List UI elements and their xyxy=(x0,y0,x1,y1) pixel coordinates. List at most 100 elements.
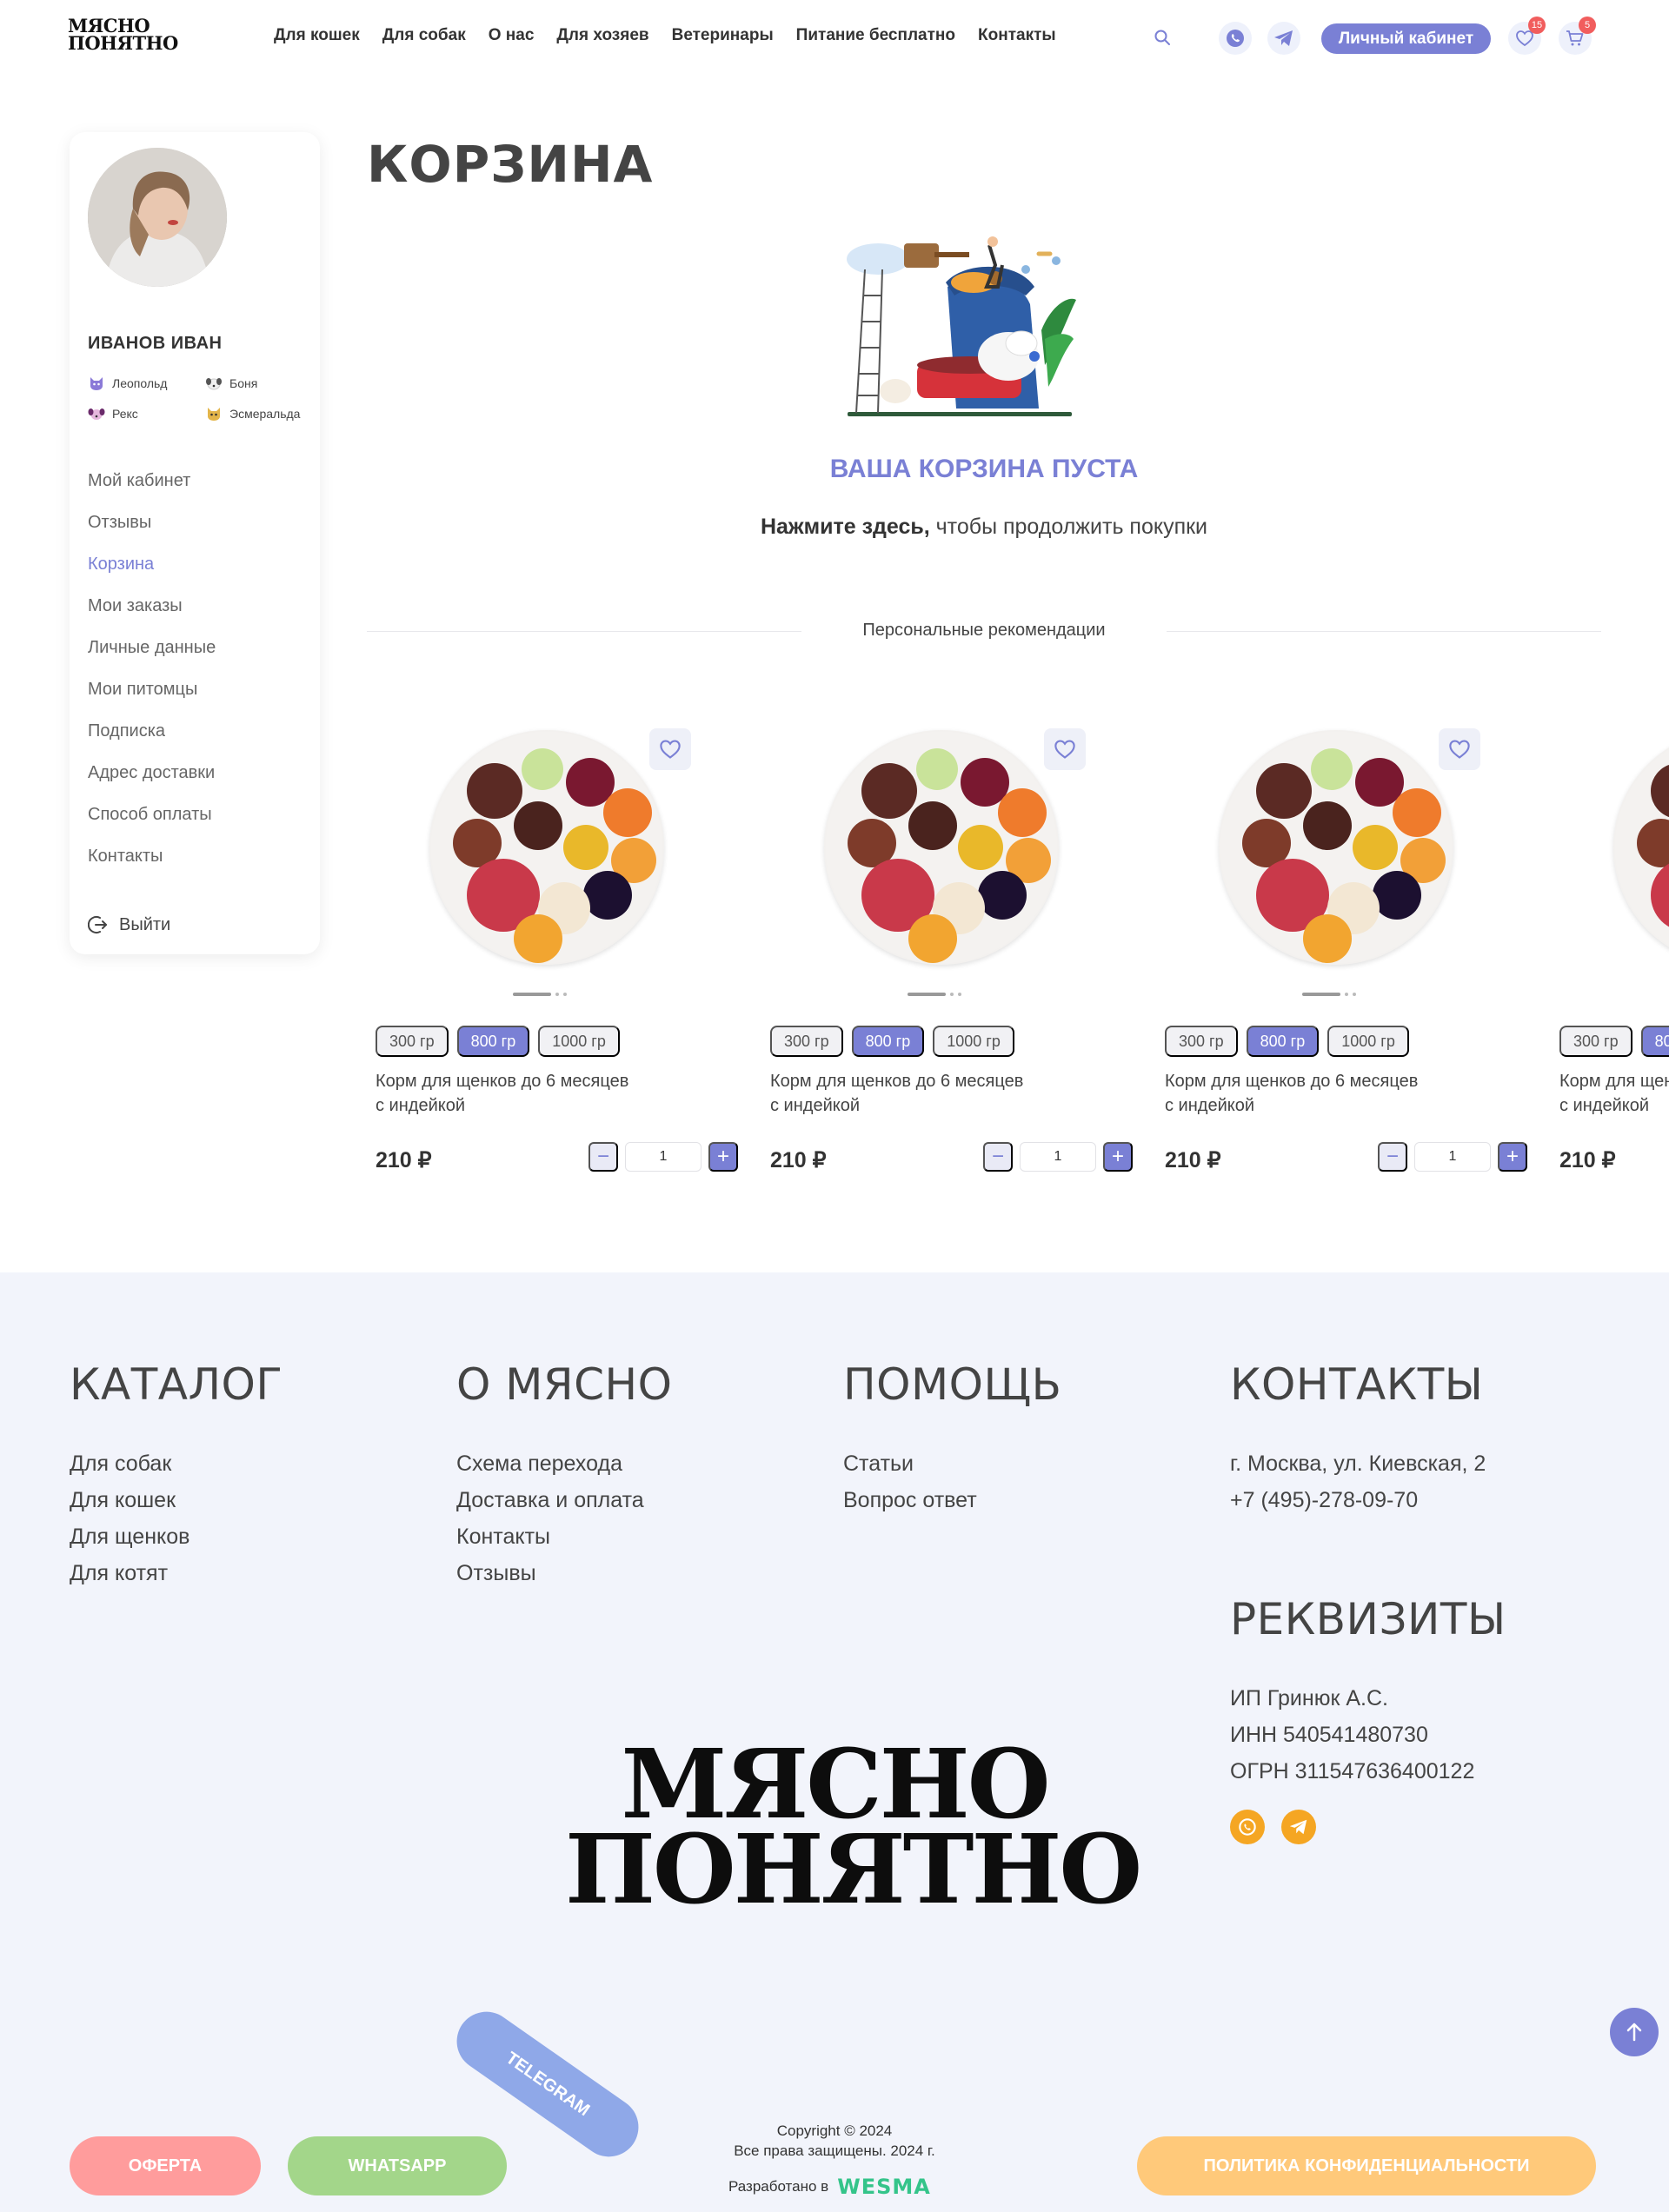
product-card[interactable]: 300 гр 800 гр 1000 гр Корм для щенков до… xyxy=(761,721,1133,1191)
whatsapp-icon xyxy=(1239,1818,1256,1836)
empty-cart-title-wrap: ВАША КОРЗИНА ПУСТА xyxy=(0,455,1669,484)
pet-item[interactable]: Боня xyxy=(205,375,257,391)
product-price: 210 ₽ xyxy=(1165,1148,1221,1172)
quantity-stepper: − + xyxy=(1378,1142,1527,1172)
whatsapp-button[interactable]: WHATSAPP xyxy=(288,2136,507,2195)
cabinet-button[interactable]: Личный кабинет xyxy=(1321,23,1491,54)
increase-button[interactable]: + xyxy=(1498,1142,1527,1172)
continue-shopping-rest: чтобы продолжить покупки xyxy=(929,515,1208,539)
favorite-button[interactable] xyxy=(1439,728,1480,770)
search-icon[interactable] xyxy=(1153,28,1172,47)
requisite-line: ИП Гринюк А.С. xyxy=(1230,1686,1388,1710)
weight-option[interactable]: 300 гр xyxy=(1165,1026,1238,1057)
sidebar-item-cart[interactable]: Корзина xyxy=(88,555,216,596)
nav-vets[interactable]: Ветеринары xyxy=(672,26,774,45)
product-card-clipped[interactable]: 300 гр 800 гр Корм для щенков до 6 месяц… xyxy=(1551,721,1669,1191)
product-name[interactable]: Корм для щенков до 6 месяцев с индейкой xyxy=(1559,1069,1669,1118)
footer-link[interactable]: Для собак xyxy=(70,1451,283,1488)
scroll-to-top-button[interactable] xyxy=(1610,2008,1659,2056)
sidebar-item-orders[interactable]: Мои заказы xyxy=(88,596,216,638)
continue-shopping-link[interactable]: Нажмите здесь, xyxy=(761,515,930,539)
image-slider-dots[interactable] xyxy=(908,993,961,996)
favorites-button[interactable]: 15 xyxy=(1508,17,1546,55)
weight-option-selected[interactable]: 800 гр xyxy=(1246,1026,1320,1057)
sidebar-item-pets[interactable]: Мои питомцы xyxy=(88,680,216,721)
footer-link[interactable]: Статьи xyxy=(843,1451,1061,1488)
weight-option[interactable]: 1000 гр xyxy=(538,1026,620,1057)
product-name[interactable]: Корм для щенков до 6 месяцев с индейкой xyxy=(376,1069,671,1118)
copyright-line-1: Copyright © 2024 xyxy=(776,2122,893,2139)
nav-dogs[interactable]: Для собак xyxy=(382,26,466,45)
weight-option-selected[interactable]: 800 гр xyxy=(456,1026,530,1057)
offer-button[interactable]: ОФЕРТА xyxy=(70,2136,261,2195)
page-title: КОРЗИНА xyxy=(367,135,654,194)
weight-option-selected[interactable]: 800 гр xyxy=(851,1026,925,1057)
footer-link[interactable]: Для котят xyxy=(70,1561,283,1598)
footer-telegram-button[interactable] xyxy=(1281,1810,1316,1844)
product-image xyxy=(1613,730,1669,965)
product-name-line-2: с индейкой xyxy=(376,1096,466,1115)
cart-button[interactable]: 5 xyxy=(1559,17,1596,55)
privacy-policy-button[interactable]: ПОЛИТИКА КОНФИДЕНЦИАЛЬНОСТИ xyxy=(1137,2136,1596,2195)
decrease-button[interactable]: − xyxy=(1378,1142,1407,1172)
product-card[interactable]: 300 гр 800 гр 1000 гр Корм для щенков до… xyxy=(367,721,738,1191)
sidebar-item-subscription[interactable]: Подписка xyxy=(88,721,216,763)
nav-cats[interactable]: Для кошек xyxy=(274,26,360,45)
pet-item[interactable]: Леопольд xyxy=(88,375,167,391)
footer-link[interactable]: Отзывы xyxy=(456,1561,673,1598)
footer-logo[interactable]: МЯСНО ПОНЯТНО xyxy=(565,1737,1142,1917)
decrease-button[interactable]: − xyxy=(588,1142,618,1172)
footer-link[interactable]: Доставка и оплата xyxy=(456,1488,673,1524)
quantity-input[interactable] xyxy=(625,1142,702,1172)
product-image xyxy=(824,730,1059,965)
arrow-up-icon xyxy=(1626,2023,1642,2042)
product-name[interactable]: Корм для щенков до 6 месяцев с индейкой xyxy=(1165,1069,1460,1118)
footer-link[interactable]: Для щенков xyxy=(70,1524,283,1561)
quantity-input[interactable] xyxy=(1020,1142,1096,1172)
favorite-button[interactable] xyxy=(649,728,691,770)
sidebar-item-contacts[interactable]: Контакты xyxy=(88,847,216,888)
telegram-header-button[interactable] xyxy=(1267,22,1300,55)
footer-link[interactable]: Контакты xyxy=(456,1524,673,1561)
nav-about[interactable]: О нас xyxy=(489,26,535,45)
sidebar-item-payment[interactable]: Способ оплаты xyxy=(88,805,216,847)
logo[interactable]: МЯСНО ПОНЯТНО xyxy=(68,17,186,54)
sidebar-item-personal-data[interactable]: Личные данные xyxy=(88,638,216,680)
nav-owners[interactable]: Для хозяев xyxy=(556,26,648,45)
favorite-button[interactable] xyxy=(1044,728,1086,770)
pet-item[interactable]: Эсмеральда xyxy=(205,406,300,422)
copyright-line-2: Все права защищены. 2024 г. xyxy=(734,2142,935,2159)
whatsapp-header-button[interactable] xyxy=(1219,22,1252,55)
footer-link[interactable]: Вопрос ответ xyxy=(843,1488,1061,1524)
nav-contacts[interactable]: Контакты xyxy=(978,26,1056,45)
logout-button[interactable]: Выйти xyxy=(88,914,170,935)
increase-button[interactable]: + xyxy=(1103,1142,1133,1172)
sidebar-item-address[interactable]: Адрес доставки xyxy=(88,763,216,805)
footer-help: ПОМОЩЬ Статьи Вопрос ответ xyxy=(843,1359,1061,1524)
pet-item[interactable]: Рекс xyxy=(88,406,138,422)
decrease-button[interactable]: − xyxy=(983,1142,1013,1172)
footer-link[interactable]: Схема перехода xyxy=(456,1451,673,1488)
image-slider-dots[interactable] xyxy=(513,993,567,996)
quantity-input[interactable] xyxy=(1414,1142,1491,1172)
recommendations-title: Персональные рекомендации xyxy=(862,621,1106,640)
weight-option[interactable]: 300 гр xyxy=(376,1026,449,1057)
pet-name: Боня xyxy=(229,376,258,390)
footer-phone[interactable]: +7 (495)-278-09-70 xyxy=(1230,1488,1486,1524)
footer-whatsapp-button[interactable] xyxy=(1230,1810,1265,1844)
sidebar-item-reviews[interactable]: Отзывы xyxy=(88,513,216,555)
nav-free-food[interactable]: Питание бесплатно xyxy=(796,26,955,45)
image-slider-dots[interactable] xyxy=(1302,993,1356,996)
weight-option-selected[interactable]: 800 гр xyxy=(1640,1026,1669,1057)
avatar[interactable] xyxy=(88,148,227,287)
footer-link[interactable]: Для кошек xyxy=(70,1488,283,1524)
product-card[interactable]: 300 гр 800 гр 1000 гр Корм для щенков до… xyxy=(1156,721,1527,1191)
weight-option[interactable]: 300 гр xyxy=(770,1026,843,1057)
developer-logo[interactable]: WESMA xyxy=(837,2175,931,2199)
weight-option[interactable]: 300 гр xyxy=(1559,1026,1632,1057)
weight-option[interactable]: 1000 гр xyxy=(933,1026,1014,1057)
heart-icon xyxy=(1449,740,1470,759)
weight-option[interactable]: 1000 гр xyxy=(1327,1026,1409,1057)
increase-button[interactable]: + xyxy=(708,1142,738,1172)
product-name[interactable]: Корм для щенков до 6 месяцев с индейкой xyxy=(770,1069,1066,1118)
